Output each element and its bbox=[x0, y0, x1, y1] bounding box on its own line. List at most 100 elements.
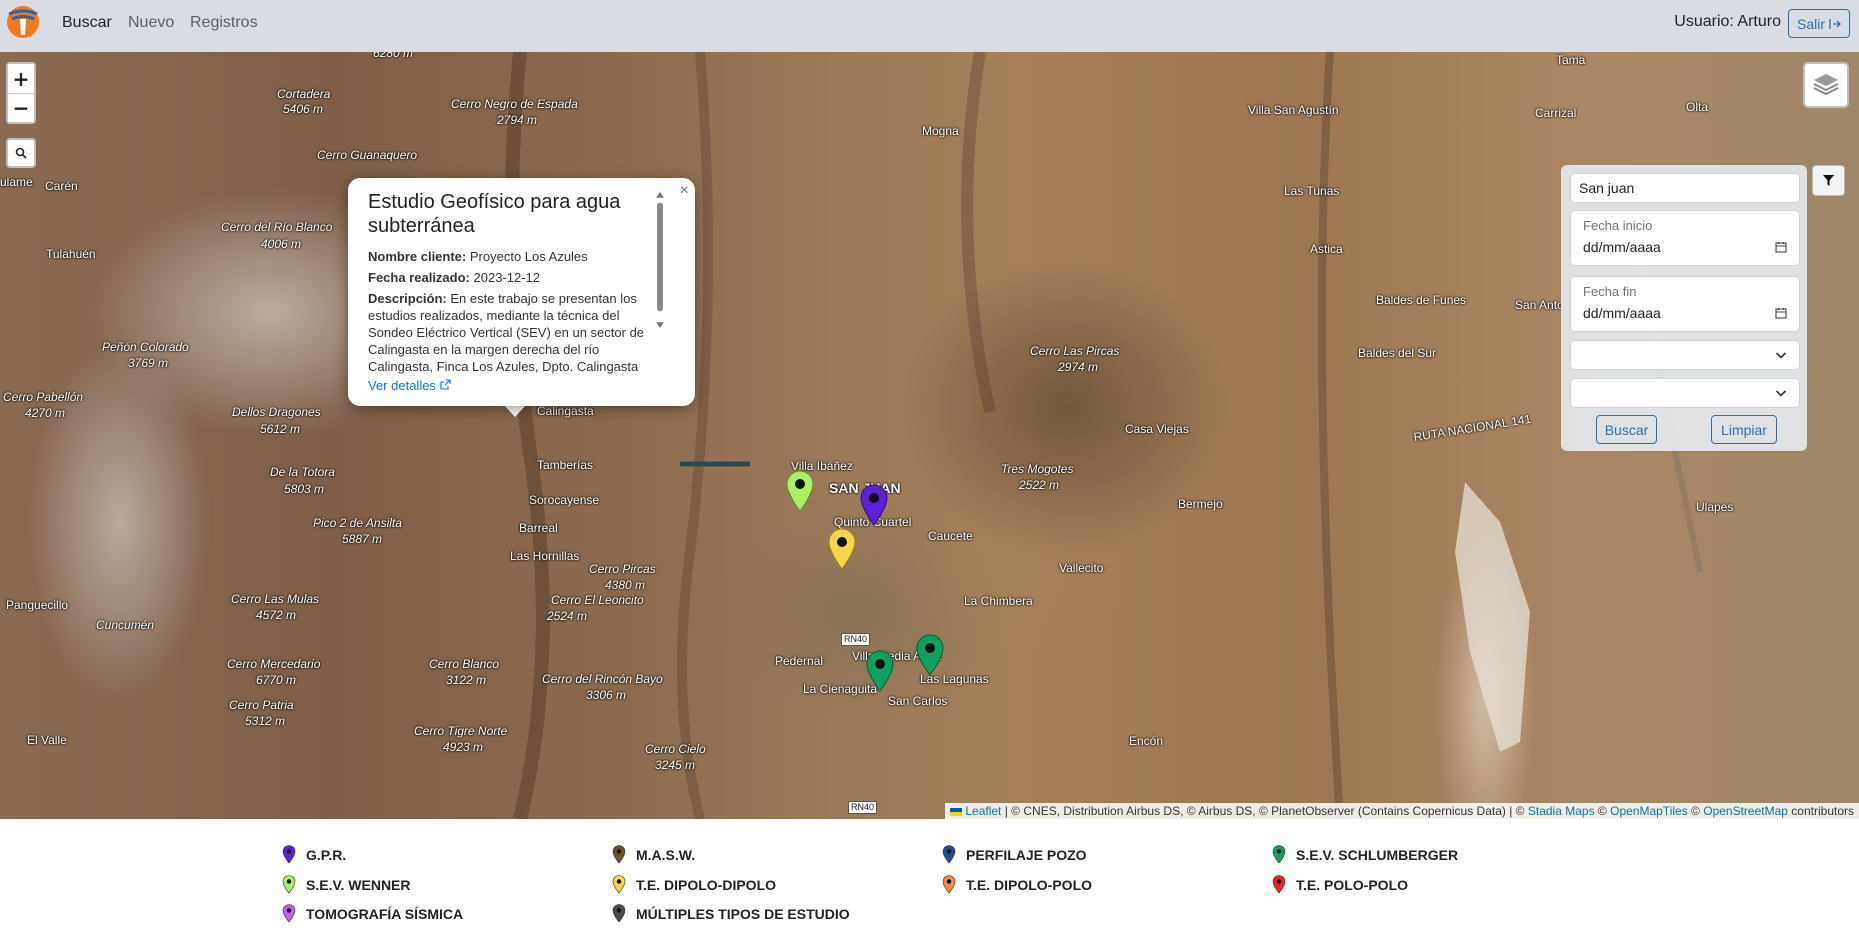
map-label: 4572 m bbox=[256, 608, 297, 622]
calendar-icon[interactable] bbox=[1775, 241, 1787, 253]
search-icon bbox=[15, 147, 27, 159]
map-label: Dellos Dragones bbox=[232, 405, 321, 419]
map-label: Cerro Pabellón bbox=[3, 390, 84, 404]
map-label: Carén bbox=[45, 179, 78, 193]
legend-item: M.A.S.W. bbox=[612, 845, 695, 864]
map-label: Cerro Tigre Norte bbox=[414, 724, 508, 738]
popup-client-row: Nombre cliente: Proyecto Los Azules bbox=[368, 248, 666, 265]
logout-button[interactable]: Salir bbox=[1787, 9, 1850, 38]
map-pin-icon bbox=[282, 845, 296, 864]
nav-link-registros[interactable]: Registros bbox=[190, 14, 258, 32]
map-label: Cuncumén bbox=[96, 618, 155, 632]
study-type-select[interactable] bbox=[1570, 340, 1800, 370]
legend-label: S.E.V. WENNER bbox=[306, 876, 411, 893]
map-label: ulame bbox=[0, 175, 33, 189]
legend-item: T.E. POLO-POLO bbox=[1272, 875, 1408, 894]
map-label: Cerro Blanco bbox=[429, 657, 500, 671]
search-input[interactable] bbox=[1570, 173, 1800, 203]
attribution-text: | © CNES, Distribution Airbus DS, © Airb… bbox=[1004, 804, 1525, 818]
map-label: Tama bbox=[1556, 53, 1586, 67]
layers-icon bbox=[1813, 74, 1839, 96]
client-select[interactable] bbox=[1570, 378, 1800, 408]
marker-gpr[interactable] bbox=[859, 484, 889, 526]
map-label: San Anto bbox=[1515, 298, 1564, 312]
marker-sev-schlumberger[interactable] bbox=[865, 650, 895, 692]
map-label: 5887 m bbox=[342, 532, 383, 546]
map-label: 3245 m bbox=[655, 758, 696, 772]
map-label: Tamberías bbox=[537, 458, 594, 472]
map-label: Baldes de Funes bbox=[1376, 293, 1467, 307]
popup-client-value: Proyecto Los Azules bbox=[469, 249, 588, 264]
nav-link-nuevo[interactable]: Nuevo bbox=[128, 14, 174, 32]
map-label: Sorocayense bbox=[529, 493, 600, 507]
date-end-field[interactable]: Fecha fin dd/mm/aaaa bbox=[1570, 276, 1800, 332]
road-shield: RN40 bbox=[841, 633, 871, 646]
legend-label: S.E.V. SCHLUMBERGER bbox=[1296, 846, 1459, 863]
marker-sev-schlumberger[interactable] bbox=[915, 634, 945, 676]
map-label: Baldes del Sur bbox=[1358, 346, 1437, 360]
logout-label: Salir bbox=[1796, 15, 1825, 32]
filter-toggle-button[interactable] bbox=[1812, 165, 1845, 196]
openmaptiles-link[interactable]: OpenMapTiles bbox=[1610, 804, 1688, 818]
map-label: 4380 m bbox=[605, 578, 646, 592]
map-label: El Valle bbox=[27, 733, 67, 747]
map-label: Cerro Guanaquero bbox=[317, 148, 418, 162]
popup-close-button[interactable]: × bbox=[680, 182, 689, 200]
view-details-link[interactable]: Ver detalles bbox=[368, 378, 451, 393]
marker-te-dipolo-dipolo[interactable] bbox=[827, 528, 857, 570]
map-pin-icon bbox=[1272, 875, 1286, 894]
filter-search-button[interactable]: Buscar bbox=[1596, 415, 1657, 444]
map-label: Cerro del Rincón Bayo bbox=[542, 672, 663, 686]
popup-scrollbar[interactable] bbox=[655, 178, 665, 336]
map-search-button[interactable] bbox=[6, 138, 36, 168]
calendar-icon[interactable] bbox=[1775, 307, 1787, 319]
popup-client-label: Nombre cliente: bbox=[368, 249, 467, 264]
legend-item: T.E. DIPOLO-POLO bbox=[942, 875, 1092, 894]
zoom-in-button[interactable]: + bbox=[8, 64, 34, 93]
attribution-copy: © bbox=[1691, 804, 1700, 818]
road-shield: RN40 bbox=[848, 801, 878, 814]
map-label: 2522 m bbox=[1019, 478, 1060, 492]
map-label: Encón bbox=[1129, 734, 1164, 748]
filter-clear-button[interactable]: Limpiar bbox=[1711, 415, 1777, 444]
marker-sev-wenner[interactable] bbox=[785, 470, 815, 512]
map-label: Las Tunas bbox=[1284, 184, 1340, 198]
map-label: 5406 m bbox=[283, 102, 324, 116]
map-label: Cortadera bbox=[277, 87, 331, 101]
map-pin-icon bbox=[942, 845, 956, 864]
map-label: Ulapes bbox=[1696, 500, 1734, 514]
map-label: 2524 m bbox=[547, 609, 588, 623]
external-link-icon bbox=[440, 379, 451, 390]
legend-label: T.E. DIPOLO-POLO bbox=[966, 876, 1093, 893]
date-end-value: dd/mm/aaaa bbox=[1583, 305, 1661, 321]
date-start-label: Fecha inicio bbox=[1583, 218, 1653, 233]
map-label: Mogna bbox=[922, 124, 959, 138]
nav-link-buscar[interactable]: Buscar bbox=[62, 14, 112, 32]
map-label: Calingasta bbox=[537, 404, 594, 418]
legend-label: T.E. DIPOLO-DIPOLO bbox=[636, 876, 777, 893]
map-label: 2794 m bbox=[497, 113, 538, 127]
zoom-out-button[interactable]: − bbox=[8, 93, 34, 122]
app-logo-icon[interactable] bbox=[6, 5, 40, 39]
map-label: Olta bbox=[1686, 100, 1709, 114]
filter-icon bbox=[1823, 175, 1834, 186]
leaflet-link[interactable]: Leaflet bbox=[965, 804, 1001, 818]
top-navbar: Buscar Nuevo Registros Usuario: Arturo S… bbox=[0, 0, 1859, 52]
date-start-field[interactable]: Fecha inicio dd/mm/aaaa bbox=[1570, 210, 1800, 266]
legend-item: PERFILAJE POZO bbox=[942, 845, 1087, 864]
map-label: Peñón Colorado bbox=[102, 340, 189, 354]
map-label: San Carlos bbox=[888, 694, 948, 708]
stadia-link[interactable]: Stadia Maps bbox=[1528, 804, 1595, 818]
legend-label: G.P.R. bbox=[306, 846, 347, 863]
popup-description: Descripción: En este trabajo se presenta… bbox=[368, 290, 666, 376]
popup-desc-label: Descripción: bbox=[368, 291, 447, 306]
map-label: Panguecillo bbox=[6, 598, 69, 612]
chevron-down-icon bbox=[1775, 390, 1787, 397]
layers-control[interactable] bbox=[1803, 62, 1849, 108]
openstreetmap-link[interactable]: OpenStreetMap bbox=[1703, 804, 1788, 818]
map-label: Caucete bbox=[928, 529, 973, 543]
map-label: Pico 2 de Ansilta bbox=[313, 516, 402, 530]
map-label: Villa San Agustín bbox=[1248, 103, 1339, 117]
map-label: Cerro Las Pircas bbox=[1030, 344, 1120, 358]
map-label: 3306 m bbox=[586, 688, 627, 702]
